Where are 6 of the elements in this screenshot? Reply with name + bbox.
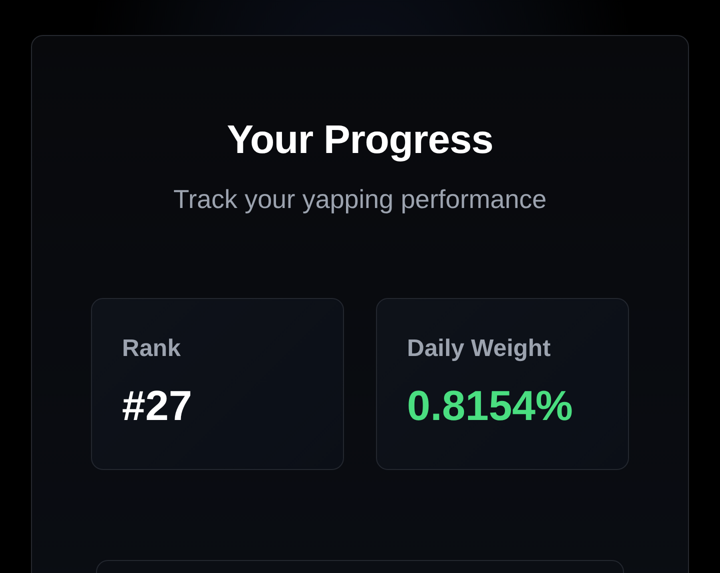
page-title: Your Progress [226,117,494,164]
stat-label: Rank [122,335,182,363]
stat-value: 0.8154% [407,381,574,431]
stat-value: #27 [122,381,194,431]
page-subtitle: Track your yapping performance [173,183,547,216]
stat-label: Daily Weight [407,335,552,363]
